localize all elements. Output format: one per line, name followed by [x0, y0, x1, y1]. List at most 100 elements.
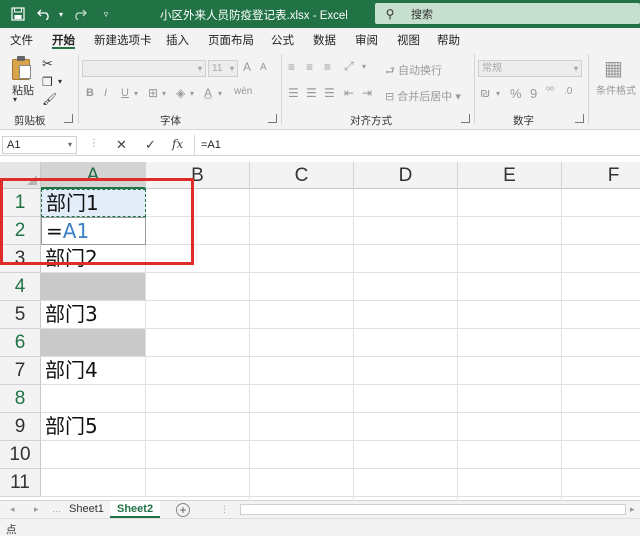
fill-dropdown-icon[interactable]: ▾ — [190, 89, 194, 98]
align-middle-icon[interactable]: ≡ — [306, 60, 313, 74]
tab-home[interactable]: 开始 — [52, 32, 75, 48]
row-header-11[interactable]: 11 — [0, 469, 41, 497]
font-color-icon[interactable]: A̲ — [204, 86, 212, 100]
tab-page-layout[interactable]: 页面布局 — [208, 32, 254, 48]
accounting-format-icon[interactable]: ₪ — [480, 86, 490, 100]
row-header-7[interactable]: 7 — [0, 357, 41, 385]
percent-button[interactable]: % — [510, 86, 522, 101]
paste-dropdown-icon[interactable]: ▾ — [13, 95, 17, 104]
name-box[interactable]: A1 ▾ — [2, 136, 77, 154]
align-right-icon[interactable]: ☰ — [324, 86, 335, 100]
cell-a8[interactable] — [41, 385, 146, 413]
orientation-dropdown-icon[interactable]: ▾ — [362, 62, 366, 71]
clipboard-launcher-icon[interactable] — [64, 114, 73, 123]
row-header-8[interactable]: 8 — [0, 385, 41, 413]
add-sheet-button[interactable]: + — [176, 503, 190, 517]
scroll-tabs-right-icon[interactable]: ▸ — [34, 504, 39, 515]
cell-a11[interactable] — [41, 469, 146, 497]
row-header-5[interactable]: 5 — [0, 301, 41, 329]
tab-formulas[interactable]: 公式 — [271, 32, 294, 48]
font-color-dropdown-icon[interactable]: ▾ — [218, 89, 222, 98]
row-header-9[interactable]: 9 — [0, 413, 41, 441]
increase-indent-icon[interactable]: ⇥ — [362, 86, 372, 100]
tab-data[interactable]: 数据 — [313, 32, 336, 48]
font-launcher-icon[interactable] — [268, 114, 277, 123]
decrease-decimal-icon[interactable]: .0 — [564, 86, 572, 97]
copy-dropdown-icon[interactable]: ▾ — [58, 77, 62, 86]
column-header-e[interactable]: E — [458, 162, 562, 189]
cell-a5[interactable]: 部门3 — [41, 301, 146, 329]
cell-a6[interactable] — [41, 329, 146, 357]
cut-icon[interactable]: ✂ — [42, 56, 53, 72]
row-header-4[interactable]: 4 — [0, 273, 41, 301]
decrease-font-icon[interactable]: A — [260, 62, 267, 73]
tab-split-handle[interactable]: ⋮ — [220, 504, 229, 515]
number-launcher-icon[interactable] — [575, 114, 584, 123]
formula-bar-resize-handle[interactable]: ⋮ — [89, 138, 99, 149]
fill-color-icon[interactable]: ◈ — [176, 86, 185, 100]
search-box[interactable]: ⚲ 搜索 — [375, 3, 640, 24]
comma-style-button[interactable]: 9 — [530, 86, 537, 101]
save-icon[interactable] — [8, 4, 28, 24]
sheet-tab-sheet2[interactable]: Sheet2 — [110, 501, 161, 518]
increase-font-icon[interactable]: A — [243, 60, 251, 74]
cell-a9[interactable]: 部门5 — [41, 413, 146, 441]
tab-view[interactable]: 视图 — [397, 32, 420, 48]
underline-dropdown-icon[interactable]: ▾ — [134, 89, 138, 98]
bold-button[interactable]: B — [86, 87, 94, 99]
format-painter-icon[interactable]: 🖌 — [42, 92, 57, 106]
column-header-d[interactable]: D — [354, 162, 458, 189]
customize-toolbar-icon[interactable]: ▿ — [96, 4, 116, 24]
orientation-icon[interactable]: ⤢ — [344, 59, 354, 74]
align-bottom-icon[interactable]: ≡ — [324, 60, 331, 74]
row-header-10[interactable]: 10 — [0, 441, 41, 469]
undo-dropdown-icon[interactable]: ▾ — [51, 4, 71, 24]
align-left-icon[interactable]: ☰ — [288, 86, 299, 100]
horizontal-scrollbar[interactable] — [240, 504, 626, 515]
merge-center-button[interactable]: ⊟ 合并后居中 ▾ — [385, 88, 461, 104]
tab-review[interactable]: 审阅 — [355, 32, 378, 48]
tab-help[interactable]: 帮助 — [437, 32, 460, 48]
insert-function-button[interactable]: fx — [172, 137, 183, 151]
column-header-c[interactable]: C — [250, 162, 354, 189]
row-header-1[interactable]: 1 — [0, 189, 41, 217]
accounting-dropdown-icon[interactable]: ▾ — [496, 89, 500, 98]
column-header-f[interactable]: F — [562, 162, 640, 189]
borders-dropdown-icon[interactable]: ▾ — [162, 89, 166, 98]
row-header-3[interactable]: 3 — [0, 245, 41, 273]
paste-icon[interactable] — [12, 56, 32, 80]
cancel-icon[interactable]: ✕ — [116, 137, 127, 153]
font-name-combo[interactable]: ▾ — [82, 60, 206, 77]
cell-a3[interactable]: 部门2 — [41, 245, 146, 273]
wrap-text-button[interactable]: ⮐ 自动换行 — [385, 62, 442, 81]
column-header-a[interactable]: A — [41, 162, 146, 189]
select-all-button[interactable] — [0, 162, 41, 189]
italic-button[interactable]: I — [104, 87, 107, 99]
phonetic-icon[interactable]: wén — [234, 86, 252, 97]
tab-insert[interactable]: 插入 — [166, 32, 189, 48]
scroll-tabs-left-icon[interactable]: ◂ — [10, 504, 15, 515]
alignment-launcher-icon[interactable] — [461, 114, 470, 123]
number-format-combo[interactable]: 常规 ▾ — [478, 60, 582, 77]
cell-a1[interactable]: 部门1 — [41, 189, 146, 217]
underline-button[interactable]: U — [121, 87, 129, 99]
enter-icon[interactable]: ✓ — [145, 137, 156, 153]
row-header-6[interactable]: 6 — [0, 329, 41, 357]
column-header-b[interactable]: B — [146, 162, 250, 189]
decrease-indent-icon[interactable]: ⇤ — [344, 86, 354, 100]
tab-file[interactable]: 文件 — [10, 32, 33, 48]
empty-cells-gridlines[interactable] — [146, 189, 640, 500]
row-header-2[interactable]: 2 — [0, 217, 41, 245]
increase-decimal-icon[interactable]: ⁰⁰ — [546, 86, 554, 97]
conditional-format-label[interactable]: 条件格式 — [596, 82, 636, 97]
tab-more-icon[interactable]: … — [52, 504, 61, 514]
cell-a2[interactable]: =A1 — [41, 217, 146, 245]
scroll-right-icon[interactable]: ▸ — [630, 504, 635, 515]
cell-a4[interactable] — [41, 273, 146, 301]
borders-icon[interactable]: ⊞ — [148, 86, 158, 100]
sheet-tab-sheet1[interactable]: Sheet1 — [62, 501, 111, 518]
cell-a7[interactable]: 部门4 — [41, 357, 146, 385]
copy-icon[interactable]: ❐ — [42, 75, 53, 89]
conditional-format-icon[interactable]: ▦ — [604, 56, 623, 81]
font-size-combo[interactable]: 11 ▾ — [208, 60, 238, 77]
